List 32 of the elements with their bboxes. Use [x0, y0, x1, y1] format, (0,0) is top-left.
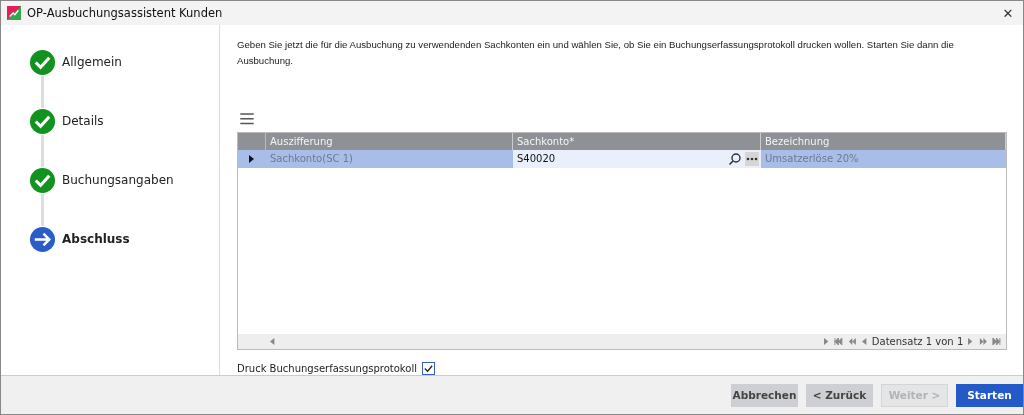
previous-page-icon[interactable] — [847, 338, 857, 345]
next-page-icon[interactable] — [978, 338, 988, 345]
dialog-button[interactable]: < Zurück — [806, 383, 873, 407]
scroll-right-icon[interactable] — [823, 338, 830, 345]
more-icon[interactable] — [745, 151, 759, 166]
checkmark-icon — [28, 49, 56, 76]
print-option-label: Druck Buchungserfassungsprotokoll — [237, 363, 417, 374]
app-logo-icon — [7, 6, 21, 20]
first-record-icon[interactable] — [834, 338, 843, 345]
step-label: Allgemein — [62, 55, 122, 69]
close-button[interactable]: ✕ — [993, 4, 1023, 22]
dialog-button[interactable]: Abbrechen — [731, 383, 798, 407]
window-title: OP-Ausbuchungsassistent Kunden — [27, 6, 223, 20]
checkmark-icon — [28, 108, 56, 135]
table-cell-text: Umsatzerlöse 20% — [764, 152, 860, 166]
instruction-text: Geben Sie jetzt die für die Ausbuchung zu verwendenden Sachkonten ein und wählen Sie, ob Sie ein Buchungserfassungsprotokoll drucken wollen. Starten Sie dann die Ausbuchung. — [237, 38, 955, 68]
record-counter: Datensatz 1 von 1 — [871, 336, 964, 347]
menu-icon[interactable] — [240, 113, 254, 125]
step-label: Abschluss — [62, 232, 130, 246]
last-record-icon[interactable] — [992, 338, 1001, 345]
scroll-left-icon[interactable] — [270, 338, 276, 345]
step-label: Buchungsangaben — [62, 173, 174, 187]
next-record-icon[interactable] — [968, 338, 974, 345]
row-pointer-icon — [249, 154, 254, 163]
previous-record-icon[interactable] — [861, 338, 867, 345]
start-button[interactable]: Starten — [956, 383, 1023, 407]
search-icon[interactable] — [728, 151, 742, 166]
table-cell-text: Sachkonto(SC 1) — [269, 152, 354, 166]
checkmark-icon — [28, 167, 56, 194]
account-value: S40020 — [517, 153, 557, 164]
checkbox[interactable] — [421, 362, 435, 375]
step-label: Details — [62, 114, 104, 128]
